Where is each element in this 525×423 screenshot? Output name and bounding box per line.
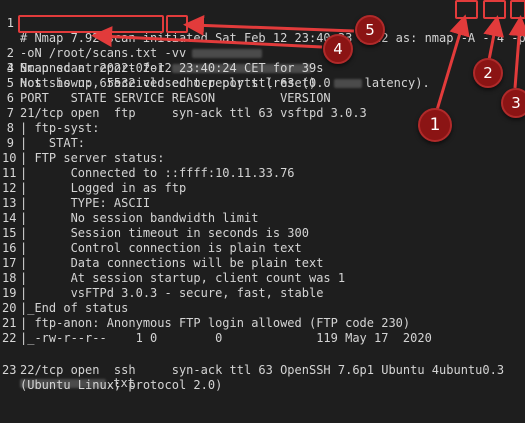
line-text: latency). bbox=[364, 76, 430, 90]
line-number: 18 bbox=[2, 271, 17, 285]
flag-aggressive: -A bbox=[460, 31, 476, 45]
flag-timing: -T4 bbox=[482, 31, 505, 45]
annotation-badge-1: 1 bbox=[418, 108, 452, 142]
highlight-box-verbose bbox=[166, 15, 188, 33]
annotation-badge-3: 3 bbox=[501, 88, 525, 118]
line-text: | At session startup, client count was 1 bbox=[20, 271, 346, 285]
line-number: 10 bbox=[2, 151, 17, 165]
line-text: |_End of status bbox=[20, 301, 129, 315]
line-number: 20 bbox=[2, 301, 17, 315]
line-number: 12 bbox=[2, 181, 17, 195]
line-text: | No session bandwidth limit bbox=[20, 211, 259, 225]
line-text: # Nmap 7.92 scan initiated Sat Feb 12 23… bbox=[20, 31, 461, 45]
line-number: 16 bbox=[2, 241, 17, 255]
line-text: Not shown: 65532 closed tcp ports (reset… bbox=[20, 76, 317, 90]
output-line: 1 # Nmap 7.92 scan initiated Sat Feb 12 … bbox=[0, 1, 525, 45]
flag-output-file: -oN /root/scans.txt bbox=[20, 46, 158, 60]
line-number: 19 bbox=[2, 286, 17, 300]
line-text: Scanned at 2022-02-12 23:40:24 CET for 3… bbox=[20, 61, 324, 75]
line-number: 9 bbox=[6, 136, 14, 150]
highlight-box-timing bbox=[483, 0, 506, 19]
line-text: | ftp-anon: Anonymous FTP login allowed … bbox=[20, 316, 411, 330]
line-text: | Logged in as ftp bbox=[20, 181, 187, 195]
annotation-badge-5: 5 bbox=[355, 15, 385, 45]
line-number: 5 bbox=[6, 76, 14, 90]
line-text: PORT STATE SERVICE REASON VERSION bbox=[20, 91, 331, 105]
line-number: 14 bbox=[2, 211, 17, 225]
output-line: .txt bbox=[0, 346, 135, 390]
line-text: (Ubuntu Linux; protocol 2.0) bbox=[20, 378, 223, 392]
line-number: 21 bbox=[2, 316, 17, 330]
line-number: 11 bbox=[2, 166, 17, 180]
line-number: 15 bbox=[2, 226, 17, 240]
highlight-box-output-file bbox=[18, 15, 164, 33]
line-number: 17 bbox=[2, 256, 17, 270]
highlight-box-aggressive bbox=[455, 0, 478, 19]
line-text: | Data connections will be plain text bbox=[20, 256, 324, 270]
line-text: | Control connection is plain text bbox=[20, 241, 302, 255]
flag-verbose: -vv bbox=[164, 46, 187, 60]
line-number: 6 bbox=[6, 91, 14, 105]
terminal-output: 1 # Nmap 7.92 scan initiated Sat Feb 12 … bbox=[0, 0, 525, 423]
line-text: | Session timeout in seconds is 300 bbox=[20, 226, 309, 240]
annotation-badge-2: 2 bbox=[473, 58, 503, 88]
output-line: 2 Nmap scan report for bbox=[0, 31, 312, 75]
line-number: 13 bbox=[2, 196, 17, 210]
line-text: | TYPE: ASCII bbox=[20, 196, 151, 210]
line-text: |_-rw-r--r-- 1 0 0 119 May 17 2020 bbox=[20, 331, 440, 345]
flag-ports: -p bbox=[504, 31, 525, 45]
line-text: | vsFTPd 3.0.3 - secure, fast, stable bbox=[20, 286, 324, 300]
line-number: 23 bbox=[2, 363, 17, 377]
line-text: 21/tcp open ftp syn-ack ttl 63 vsftpd 3.… bbox=[20, 106, 367, 120]
line-number: 8 bbox=[6, 121, 14, 135]
line-text: | ftp-syst: bbox=[20, 121, 100, 135]
line-text: | FTP server status: bbox=[20, 151, 165, 165]
line-text: | Connected to ::ffff:10.11.33.76 bbox=[20, 166, 295, 180]
line-number: 22 bbox=[2, 331, 17, 345]
line-number: 7 bbox=[6, 106, 14, 120]
redacted-text bbox=[192, 49, 263, 58]
line-number: 4 bbox=[6, 61, 14, 75]
line-text: | STAT: bbox=[20, 136, 86, 150]
output-line: 3 Host is up, received echo-reply ttl 63… bbox=[0, 46, 430, 90]
line-text: 22/tcp open ssh syn-ack ttl 63 OpenSSH 7… bbox=[20, 363, 505, 377]
redacted-text bbox=[333, 79, 362, 88]
annotation-badge-4: 4 bbox=[323, 34, 353, 64]
highlight-box-ports bbox=[510, 0, 525, 19]
